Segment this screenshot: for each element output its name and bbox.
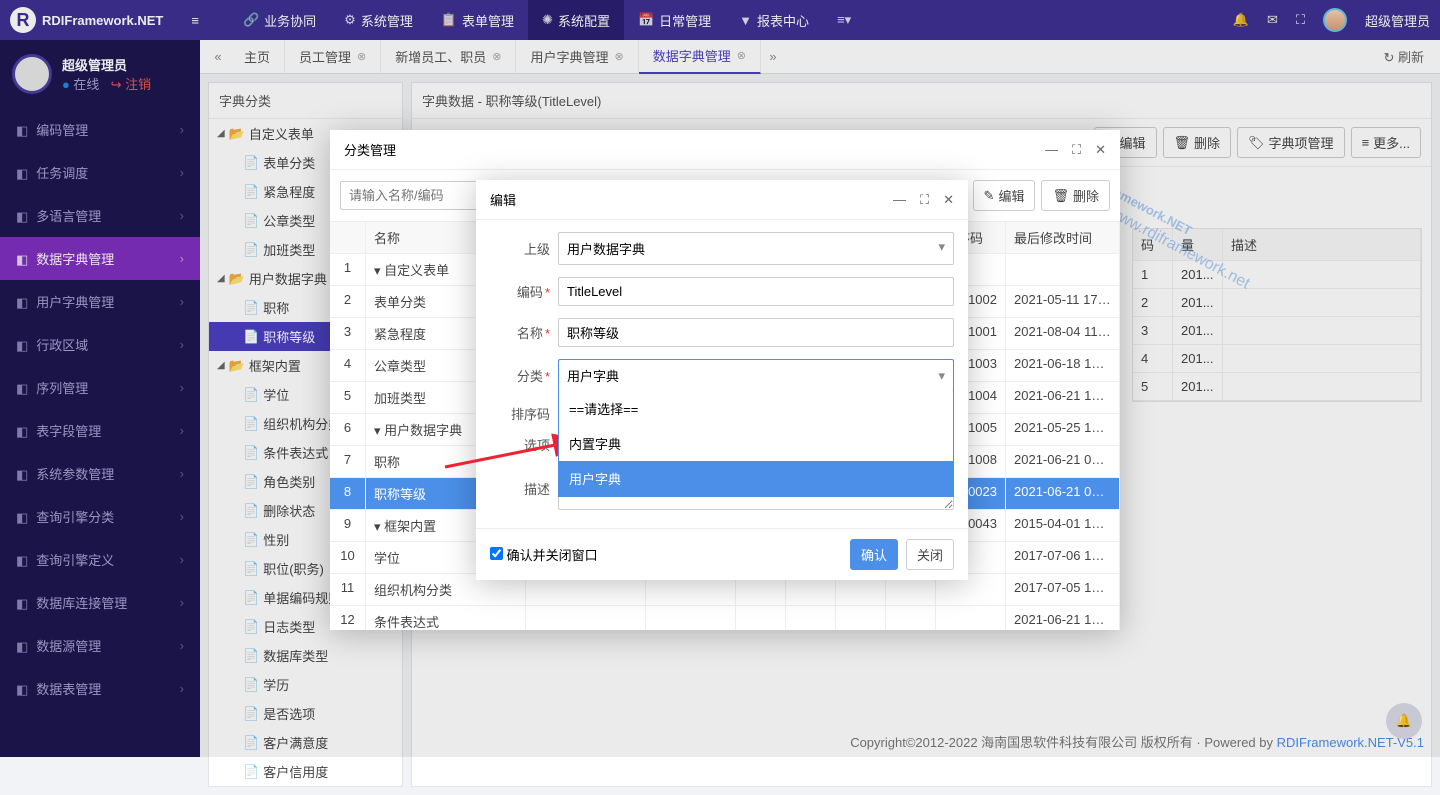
edit-dialog: 编辑 — ⛶ ✕ 上级 用户数据字典▾ 编码* 名称* 分类* 用户字典 ▾ =… <box>476 180 968 580</box>
table-row[interactable]: 12条件表达式2021-06-21 10:35 <box>330 606 1120 630</box>
category-dialog-header: 分类管理 — ⛶ ✕ <box>330 130 1120 170</box>
opt-user[interactable]: 用户字典 <box>559 461 953 496</box>
minimize-icon[interactable]: — <box>1045 142 1058 158</box>
category-dropdown: ==请选择== 内置字典 用户字典 <box>558 391 954 497</box>
parent-select[interactable]: 用户数据字典▾ <box>558 232 954 265</box>
ok-button[interactable]: 确认 <box>850 539 898 570</box>
opt-placeholder[interactable]: ==请选择== <box>559 391 953 426</box>
d1-edit-button[interactable]: ✎ 编辑 <box>973 180 1036 211</box>
cancel-button[interactable]: 关闭 <box>906 539 954 570</box>
edit-dialog-title: 编辑 <box>490 190 516 209</box>
code-input[interactable] <box>558 277 954 306</box>
maximize-icon[interactable]: ⛶ <box>920 192 929 208</box>
tree-node[interactable]: 📄客户信用度 <box>209 757 402 786</box>
name-input[interactable] <box>558 318 954 347</box>
close-icon[interactable]: ✕ <box>943 192 954 208</box>
col-time: 最后修改时间 <box>1006 222 1120 253</box>
edit-dialog-header: 编辑 — ⛶ ✕ <box>476 180 968 220</box>
minimize-icon[interactable]: — <box>893 192 906 208</box>
confirm-close-checkbox[interactable]: 确认并关闭窗口 <box>490 545 598 564</box>
opt-builtin[interactable]: 内置字典 <box>559 426 953 461</box>
close-icon[interactable]: ✕ <box>1095 142 1106 158</box>
category-dialog-title: 分类管理 <box>344 140 396 159</box>
category-select[interactable]: 用户字典 ▾ ==请选择== 内置字典 用户字典 <box>558 359 954 392</box>
chevron-down-icon: ▾ <box>938 368 945 384</box>
maximize-icon[interactable]: ⛶ <box>1072 142 1081 158</box>
d1-delete-button[interactable]: 🗑 删除 <box>1041 180 1110 211</box>
